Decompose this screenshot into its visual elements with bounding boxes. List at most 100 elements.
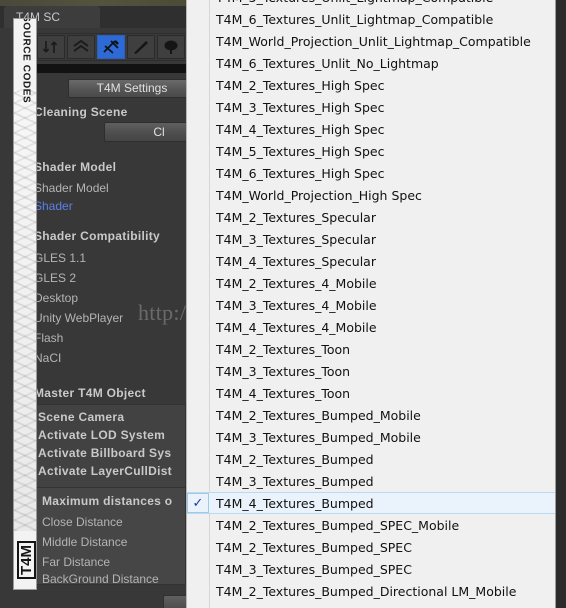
master-item-scene-camera[interactable]: Scene Camera bbox=[38, 410, 124, 424]
dropdown-item-label: T4M_3_Textures_Bumped_Mobile bbox=[216, 429, 421, 445]
dropdown-item[interactable]: T4M_6_Textures_Unlit_Lightmap_Compatible bbox=[187, 8, 555, 30]
paint-texture-icon[interactable] bbox=[97, 35, 125, 59]
dropdown-item[interactable]: T4M_2_Textures_Bumped_Mobile bbox=[187, 404, 555, 426]
check-slot bbox=[187, 426, 209, 448]
dropdown-item[interactable]: T4M_6_Textures_High Spec bbox=[187, 162, 555, 184]
screenshot-root: T4M SC T4M Settings Cleaning Scene Cl Sh… bbox=[0, 0, 566, 608]
compat-item-gles11[interactable]: GLES 1.1 bbox=[34, 251, 86, 265]
dropdown-item[interactable]: T4M_4_Textures_Toon bbox=[187, 382, 555, 404]
dropdown-item[interactable]: T4M_3_Textures_Bumped_Mobile bbox=[187, 426, 555, 448]
dropdown-item[interactable]: T4M_6_Textures_Unlit_No_Lightmap bbox=[187, 52, 555, 74]
dropdown-item[interactable]: T4M_2_Textures_Bumped bbox=[187, 448, 555, 470]
dropdown-item[interactable]: T4M_5_Textures_Unlit_Lightmap_Compatible bbox=[187, 0, 555, 8]
dropdown-item-label: T4M_World_Projection_Unlit_Lightmap_Comp… bbox=[216, 33, 531, 49]
compat-item-flash[interactable]: Flash bbox=[34, 331, 63, 345]
dropdown-item-label: T4M_4_Textures_Specular bbox=[216, 253, 376, 269]
clean-scene-label: Cl bbox=[153, 125, 165, 139]
master-item-activate-billboard[interactable]: Activate Billboard Sys bbox=[38, 446, 171, 460]
dropdown-item-label: T4M_5_Textures_Unlit_Lightmap_Compatible bbox=[209, 0, 493, 5]
dropdown-item[interactable]: T4M_3_Textures_Bumped_SPEC bbox=[187, 558, 555, 580]
compat-item-unity-webplayer[interactable]: Unity WebPlayer bbox=[34, 311, 123, 325]
check-slot bbox=[187, 580, 209, 602]
check-slot bbox=[187, 206, 209, 228]
right-gutter bbox=[556, 0, 566, 608]
dropdown-item-label: T4M_6_Textures_High Spec bbox=[216, 165, 385, 181]
master-item-activate-lod[interactable]: Activate LOD System bbox=[38, 428, 165, 442]
compat-item-gles2[interactable]: GLES 2 bbox=[34, 271, 76, 285]
toolbar-divider bbox=[34, 64, 186, 73]
master-item-activate-layercull[interactable]: Activate LayerCullDist bbox=[38, 464, 172, 478]
t4m-logo: T4M bbox=[16, 537, 36, 583]
check-slot bbox=[187, 162, 209, 184]
check-slot bbox=[187, 360, 209, 382]
t4m-settings-button[interactable]: T4M Settings bbox=[68, 79, 196, 98]
banner-title-text: SOURCE CODES bbox=[20, 18, 32, 104]
dropdown-item-label: T4M_3_Textures_Specular bbox=[216, 231, 376, 247]
dropdown-item[interactable]: ✓ T4M_4_Textures_Bumped bbox=[187, 492, 555, 514]
dropdown-item[interactable]: T4M_2_Textures_Bumped_SPEC_Mobile bbox=[187, 514, 555, 536]
dropdown-item[interactable]: T4M_3_Textures_4_Mobile bbox=[187, 294, 555, 316]
check-slot bbox=[187, 96, 209, 118]
dropdown-item[interactable]: T4M_3_Textures_Toon bbox=[187, 360, 555, 382]
dropdown-item-label: T4M_3_Textures_4_Mobile bbox=[216, 297, 377, 313]
check-slot bbox=[187, 448, 209, 470]
place-tree-icon[interactable] bbox=[157, 35, 185, 59]
dropdown-item-label: T4M_4_Textures_Bumped bbox=[216, 495, 374, 511]
dropdown-items-container: T4M_5_Textures_Unlit_Lightmap_Compatible… bbox=[187, 0, 555, 602]
check-slot bbox=[187, 514, 209, 536]
check-slot bbox=[187, 140, 209, 162]
dropdown-item[interactable]: T4M_2_Textures_Bumped_SPEC bbox=[187, 536, 555, 558]
check-slot bbox=[187, 184, 209, 206]
shader-row[interactable]: Shader bbox=[34, 199, 73, 213]
shader-model-row[interactable]: Shader Model bbox=[34, 181, 109, 195]
distance-item-background[interactable]: BackGround Distance bbox=[42, 572, 159, 586]
distance-item-middle[interactable]: Middle Distance bbox=[42, 535, 127, 549]
dropdown-item[interactable]: T4M_4_Textures_4_Mobile bbox=[187, 316, 555, 338]
check-slot bbox=[187, 8, 209, 30]
dropdown-item-label: T4M_2_Textures_Bumped_Directional LM_Mob… bbox=[216, 583, 517, 599]
dropdown-item-label: T4M_2_Textures_Bumped_SPEC_Mobile bbox=[216, 517, 460, 533]
dropdown-item[interactable]: T4M_2_Textures_High Spec bbox=[187, 74, 555, 96]
check-slot bbox=[187, 118, 209, 140]
banner-title: SOURCE CODES bbox=[14, 19, 36, 103]
raise-lower-height-icon[interactable] bbox=[37, 35, 65, 59]
paint-brush-icon[interactable] bbox=[127, 35, 155, 59]
source-codes-banner: SOURCE CODES T4M bbox=[13, 18, 37, 590]
check-slot bbox=[187, 404, 209, 426]
shader-compatibility-heading: Shader Compatibility bbox=[34, 229, 161, 243]
dropdown-item-label: T4M_4_Textures_4_Mobile bbox=[216, 319, 377, 335]
dropdown-item[interactable]: T4M_World_Projection_High Spec bbox=[187, 184, 555, 206]
dropdown-item-label: T4M_4_Textures_High Spec bbox=[216, 121, 385, 137]
master-t4m-object-heading: Master T4M Object bbox=[34, 386, 146, 400]
distance-item-close[interactable]: Close Distance bbox=[42, 515, 123, 529]
dropdown-item[interactable]: T4M_2_Textures_Toon bbox=[187, 338, 555, 360]
dropdown-item[interactable]: T4M_3_Textures_High Spec bbox=[187, 96, 555, 118]
check-slot bbox=[187, 382, 209, 404]
dropdown-item[interactable]: T4M_3_Textures_Bumped bbox=[187, 470, 555, 492]
check-slot bbox=[187, 30, 209, 52]
compat-item-desktop[interactable]: Desktop bbox=[34, 291, 78, 305]
dropdown-item-label: T4M_World_Projection_High Spec bbox=[216, 187, 422, 203]
dropdown-item[interactable]: T4M_3_Textures_Specular bbox=[187, 228, 555, 250]
dropdown-item[interactable]: T4M_World_Projection_Unlit_Lightmap_Comp… bbox=[187, 30, 555, 52]
shader-dropdown-list[interactable]: T4M_5_Textures_Unlit_Lightmap_Compatible… bbox=[186, 0, 556, 608]
dropdown-item[interactable]: T4M_2_Textures_4_Mobile bbox=[187, 272, 555, 294]
check-slot bbox=[187, 250, 209, 272]
t4m-logo-text: T4M bbox=[16, 541, 36, 579]
dropdown-item-label: T4M_2_Textures_Specular bbox=[216, 209, 376, 225]
check-slot bbox=[187, 558, 209, 580]
dropdown-item-label: T4M_3_Textures_Toon bbox=[216, 363, 351, 379]
dropdown-item-label: T4M_2_Textures_4_Mobile bbox=[216, 275, 377, 291]
dropdown-item[interactable]: T4M_4_Textures_High Spec bbox=[187, 118, 555, 140]
smooth-height-icon[interactable] bbox=[67, 35, 95, 59]
dropdown-item[interactable]: T4M_5_Textures_High Spec bbox=[187, 140, 555, 162]
dropdown-item[interactable]: T4M_4_Textures_Specular bbox=[187, 250, 555, 272]
dropdown-item-label: T4M_2_Textures_Bumped_Mobile bbox=[216, 407, 421, 423]
max-distances-heading: Maximum distances o bbox=[42, 494, 173, 508]
check-slot bbox=[187, 536, 209, 558]
dropdown-item[interactable]: T4M_2_Textures_Specular bbox=[187, 206, 555, 228]
dropdown-item-label: T4M_2_Textures_Toon bbox=[216, 341, 351, 357]
compat-item-naci[interactable]: NaCI bbox=[34, 351, 61, 365]
distance-item-far[interactable]: Far Distance bbox=[42, 555, 110, 569]
dropdown-item[interactable]: T4M_2_Textures_Bumped_Directional LM_Mob… bbox=[187, 580, 555, 602]
